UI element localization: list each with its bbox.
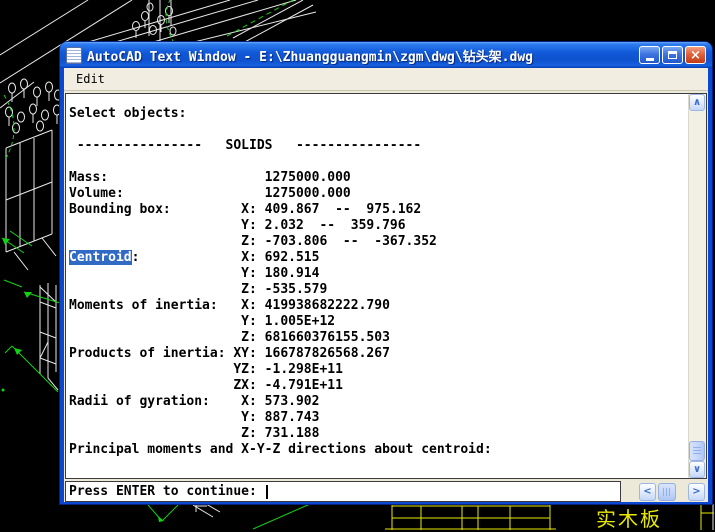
chevron-up-icon: ∧: [692, 97, 702, 108]
console-line: Y: 887.743: [69, 410, 320, 425]
console-line: YZ: -1.298E+11: [69, 362, 343, 377]
console-line: Y: 2.032 -- 359.796: [69, 218, 406, 233]
console-line: ZX: -4.791E+11: [69, 378, 343, 393]
chevron-down-icon: ∨: [692, 464, 702, 475]
maximize-icon: [668, 51, 677, 59]
selected-text: Centroid: [69, 250, 132, 265]
chevron-left-icon: <: [643, 486, 652, 497]
console-line: Y: 1.005E+12: [69, 314, 336, 329]
console-text[interactable]: Select objects: ---------------- SOLIDS …: [66, 94, 688, 478]
menu-bar: Edit: [64, 68, 708, 91]
thumb-grip-icon: [693, 447, 701, 455]
console-line: Y: 180.914: [69, 266, 320, 281]
title-bar[interactable]: AutoCAD Text Window - E:\Zhuangguangmin\…: [60, 42, 712, 68]
console-line: Select objects:: [69, 106, 195, 121]
drawing-label: 实木板: [596, 507, 662, 531]
vertical-scroll-thumb[interactable]: [689, 441, 705, 461]
close-icon: ×: [690, 47, 701, 63]
console-output-area: Select objects: ---------------- SOLIDS …: [65, 93, 707, 479]
horizontal-scrollbar[interactable]: < >: [639, 481, 705, 502]
console-line: Z: -535.579: [69, 282, 328, 297]
command-input-line[interactable]: Press ENTER to continue:: [65, 481, 621, 502]
console-line: Z: 731.188: [69, 426, 320, 441]
text-cursor: [265, 484, 268, 499]
thumb-grip-icon: [663, 487, 671, 496]
scroll-down-button[interactable]: ∨: [689, 461, 705, 478]
scroll-up-button[interactable]: ∧: [689, 94, 705, 111]
console-line: Z: 681660376155.503: [69, 330, 390, 345]
console-line: Bounding box: X: 409.867 -- 975.162: [69, 202, 422, 217]
console-line: Mass: 1275000.000: [69, 170, 351, 185]
console-line: ---------------- SOLIDS ----------------: [69, 138, 422, 153]
console-line: Principal moments and X-Y-Z directions a…: [69, 442, 500, 457]
maximize-button[interactable]: [662, 46, 683, 64]
console-line: Z: -703.806 -- -367.352: [69, 234, 437, 249]
horizontal-scroll-thumb[interactable]: [658, 482, 676, 501]
close-button[interactable]: ×: [685, 46, 706, 64]
minimize-icon: [645, 57, 654, 61]
command-input-row: Press ENTER to continue: < >: [65, 481, 707, 502]
window-title: AutoCAD Text Window - E:\Zhuangguangmin\…: [87, 49, 533, 65]
console-line: Centroid: X: 692.515: [69, 250, 320, 265]
vertical-scroll-track[interactable]: [689, 111, 706, 461]
client-area: Select objects: ---------------- SOLIDS …: [64, 91, 708, 502]
prompt-text: Press ENTER to continue:: [69, 484, 265, 499]
window-icon: [66, 46, 82, 64]
autocad-text-window: AutoCAD Text Window - E:\Zhuangguangmin\…: [60, 42, 712, 504]
console-line: Products of inertia: XY: 166787826568.26…: [69, 346, 390, 361]
console-line: Moments of inertia: X: 419938682222.790: [69, 298, 390, 313]
scroll-right-button[interactable]: >: [688, 482, 705, 501]
menu-item-edit[interactable]: Edit: [72, 71, 109, 87]
chevron-right-icon: >: [692, 486, 701, 497]
vertical-scrollbar[interactable]: ∧ ∨: [688, 94, 706, 478]
minimize-button[interactable]: [639, 46, 660, 64]
scroll-left-button[interactable]: <: [639, 482, 656, 501]
console-line: Radii of gyration: X: 573.902: [69, 394, 320, 409]
console-line: Volume: 1275000.000: [69, 186, 351, 201]
